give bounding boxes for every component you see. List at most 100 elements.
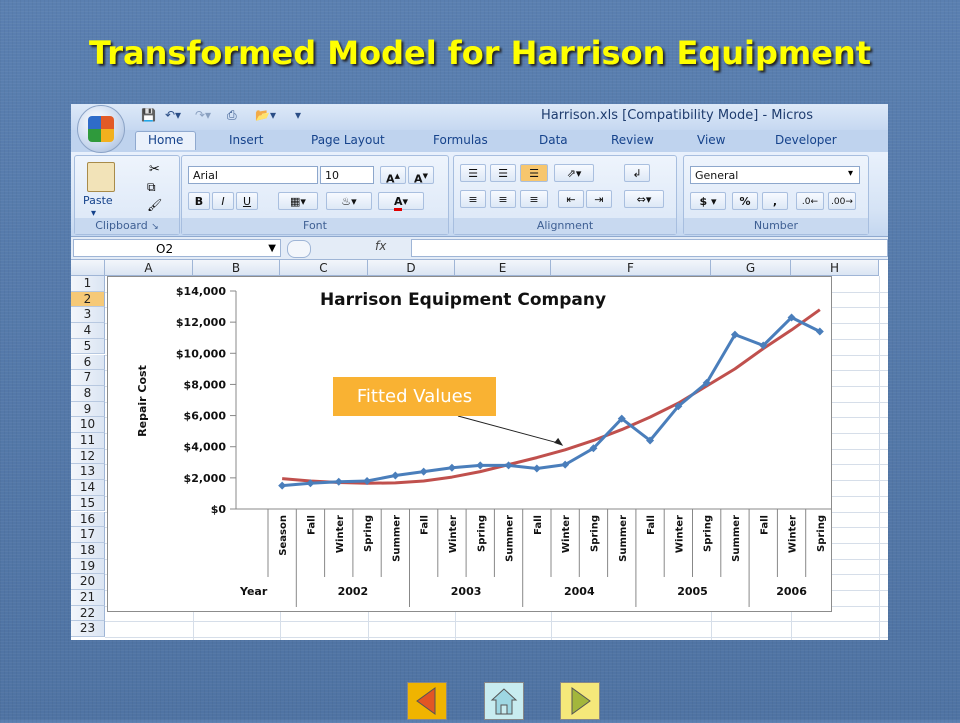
y-axis-label: Repair Cost [136, 365, 149, 437]
insert-function-icon[interactable]: fx [375, 239, 386, 253]
font-name-box[interactable]: Arial [188, 166, 318, 184]
align-top-icon[interactable]: ☰ [460, 164, 486, 182]
column-header-f[interactable]: F [551, 260, 711, 276]
tab-formulas[interactable]: Formulas [433, 133, 488, 147]
row-header-9[interactable]: 9 [71, 401, 105, 418]
percent-button[interactable]: % [732, 192, 758, 210]
cut-icon[interactable]: ✂ [149, 162, 160, 177]
fill-color-button[interactable]: ♨▾ [326, 192, 372, 210]
row-header-20[interactable]: 20 [71, 574, 105, 590]
customize-toolbar-icon[interactable]: ▾ [295, 108, 301, 122]
shrink-font-button[interactable]: A▼ [408, 166, 434, 186]
row-header-10[interactable]: 10 [71, 417, 105, 433]
redo-icon[interactable]: ↷▾ [195, 108, 211, 122]
font-color-button[interactable]: A▾ [378, 192, 424, 211]
row-header-5[interactable]: 5 [71, 338, 105, 355]
print-icon[interactable]: ⎙ [227, 108, 237, 123]
borders-button[interactable]: ▦▾ [278, 192, 318, 210]
tab-view[interactable]: View [697, 133, 725, 147]
align-right-icon[interactable]: ≡ [520, 190, 548, 208]
column-header-b[interactable]: B [193, 260, 280, 276]
copy-icon[interactable]: ⧉ [147, 180, 156, 195]
row-header-16[interactable]: 16 [71, 511, 105, 528]
season-label: Summer [731, 515, 742, 562]
column-header-d[interactable]: D [368, 260, 455, 276]
align-center-icon[interactable]: ≡ [490, 190, 516, 208]
dialog-launcher-icon[interactable]: ↘ [151, 222, 159, 232]
format-painter-icon[interactable]: 🖌 [147, 198, 162, 212]
season-label: Fall [420, 515, 431, 535]
comma-button[interactable]: , [762, 192, 788, 210]
row-header-4[interactable]: 4 [71, 323, 105, 339]
column-header-e[interactable]: E [455, 260, 551, 276]
row-header-8[interactable]: 8 [71, 385, 105, 402]
increase-indent-icon[interactable]: ⇥ [586, 190, 612, 208]
row-header-18[interactable]: 18 [71, 542, 105, 559]
wrap-text-icon[interactable]: ↲ [624, 164, 650, 182]
paste-icon[interactable] [87, 162, 115, 192]
row-header-2[interactable]: 2 [71, 291, 105, 308]
open-folder-icon[interactable]: 📂▾ [255, 108, 276, 122]
season-label: Fall [646, 515, 657, 535]
previous-slide-button[interactable] [407, 682, 447, 720]
tab-developer[interactable]: Developer [775, 133, 837, 147]
align-left-icon[interactable]: ≡ [460, 190, 486, 208]
row-header-7[interactable]: 7 [71, 370, 105, 386]
save-icon[interactable]: 💾 [141, 108, 156, 122]
callout-pointer [457, 415, 562, 445]
row-header-21[interactable]: 21 [71, 590, 105, 606]
name-box-dropdown-icon[interactable]: ▼ [268, 240, 276, 258]
increase-decimal-icon[interactable]: .0← [796, 192, 824, 210]
home-slide-button[interactable] [484, 682, 524, 720]
row-header-12[interactable]: 12 [71, 448, 105, 465]
slide-title: Transformed Model for Harrison Equipment [88, 34, 872, 72]
name-box-value: O2 [156, 242, 174, 256]
tab-home[interactable]: Home [135, 131, 197, 150]
row-header-17[interactable]: 17 [71, 527, 105, 543]
paste-button[interactable]: Paste [83, 194, 113, 207]
row-header-14[interactable]: 14 [71, 480, 105, 496]
name-box[interactable]: O2 ▼ [73, 239, 281, 257]
row-header-11[interactable]: 11 [71, 433, 105, 449]
align-bottom-icon[interactable]: ☰ [520, 164, 548, 182]
row-header-3[interactable]: 3 [71, 307, 105, 324]
select-all-corner[interactable] [71, 260, 105, 276]
row-header-6[interactable]: 6 [71, 354, 105, 371]
column-header-a[interactable]: A [105, 260, 193, 276]
row-header-23[interactable]: 23 [71, 621, 105, 638]
undo-icon[interactable]: ↶▾ [165, 108, 181, 122]
align-middle-icon[interactable]: ☰ [490, 164, 516, 182]
column-header-g[interactable]: G [711, 260, 791, 276]
row-header-22[interactable]: 22 [71, 605, 105, 622]
grow-font-button[interactable]: A▲ [380, 166, 406, 186]
merge-center-icon[interactable]: ⇔▾ [624, 190, 664, 208]
formula-input[interactable] [411, 239, 888, 257]
row-header-15[interactable]: 15 [71, 495, 105, 512]
number-format-box[interactable]: General [690, 166, 860, 184]
tab-data[interactable]: Data [539, 133, 568, 147]
tab-page-layout[interactable]: Page Layout [311, 133, 385, 147]
office-button[interactable] [77, 105, 125, 153]
font-size-box[interactable]: 10 [320, 166, 374, 184]
row-header-1[interactable]: 1 [71, 276, 105, 292]
row-header-13[interactable]: 13 [71, 464, 105, 481]
decrease-decimal-icon[interactable]: .00→ [828, 192, 856, 210]
italic-button[interactable]: I [212, 192, 234, 210]
row-header-19[interactable]: 19 [71, 558, 105, 575]
year-label: 2002 [338, 585, 369, 598]
fitted-values-callout: Fitted Values [333, 377, 496, 416]
formula-cancel-icon[interactable] [287, 240, 311, 258]
tab-insert[interactable]: Insert [229, 133, 263, 147]
next-slide-button[interactable] [560, 682, 600, 720]
column-header-h[interactable]: H [791, 260, 879, 276]
number-format-dropdown-icon[interactable]: ▾ [848, 168, 853, 179]
underline-button[interactable]: U [236, 192, 258, 210]
currency-button[interactable]: $ ▾ [690, 192, 726, 210]
column-header-c[interactable]: C [280, 260, 368, 276]
orientation-icon[interactable]: ⇗▾ [554, 164, 594, 182]
tab-review[interactable]: Review [611, 133, 654, 147]
chart[interactable]: Harrison Equipment Company Repair Cost $0 $… [107, 276, 835, 612]
bold-button[interactable]: B [188, 192, 210, 210]
window-title: Harrison.xls [Compatibility Mode] - Micr… [541, 108, 814, 123]
decrease-indent-icon[interactable]: ⇤ [558, 190, 584, 208]
